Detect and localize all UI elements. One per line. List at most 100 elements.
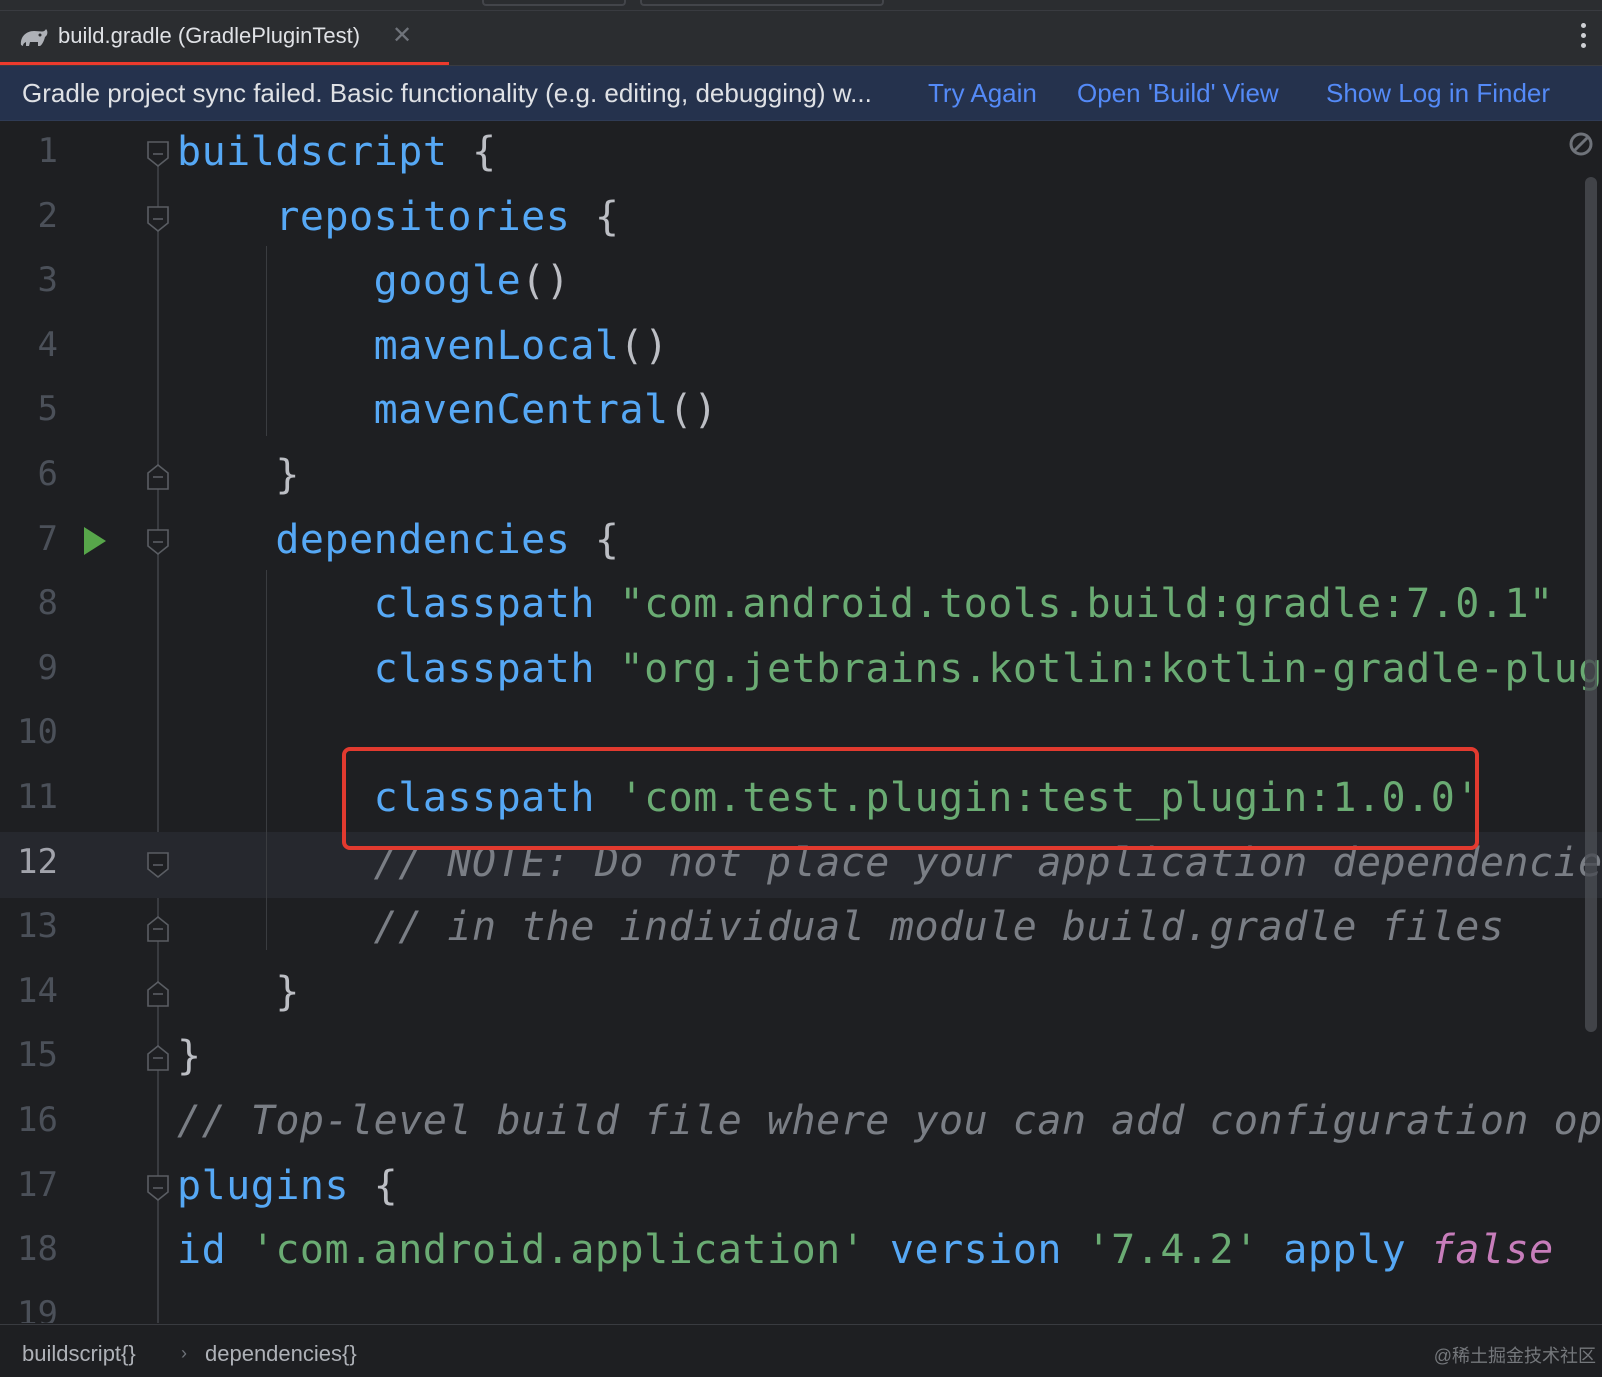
fold-collapse-icon[interactable] <box>146 203 170 235</box>
code-token: () <box>669 387 718 433</box>
close-icon[interactable]: ✕ <box>392 21 412 50</box>
code-token: } <box>177 1033 202 1079</box>
code-text[interactable]: mavenLocal() <box>177 323 669 369</box>
line-number: 3 <box>0 260 58 300</box>
code-line[interactable]: 3 google() <box>0 250 1602 316</box>
vertical-scrollbar[interactable] <box>1585 177 1597 1032</box>
code-token <box>1259 1227 1284 1273</box>
code-line[interactable]: 17plugins { <box>0 1155 1602 1221</box>
code-token: { <box>447 129 496 175</box>
code-token: 'com.android.application' <box>251 1227 866 1273</box>
code-text[interactable]: buildscript { <box>177 129 497 175</box>
code-token <box>1406 1227 1431 1273</box>
line-number: 7 <box>0 519 58 559</box>
code-line[interactable]: 1 buildscript { <box>0 121 1602 187</box>
code-token: classpath <box>374 581 595 627</box>
fold-collapse-icon[interactable] <box>146 849 170 881</box>
code-text[interactable]: id 'com.android.application' version '7.… <box>177 1227 1554 1273</box>
code-line[interactable]: 14 } <box>0 961 1602 1027</box>
code-text[interactable]: dependencies { <box>177 517 619 563</box>
code-text[interactable]: classpath "org.jetbrains.kotlin:kotlin-g… <box>177 646 1602 692</box>
code-text[interactable]: } <box>177 1033 202 1079</box>
code-text[interactable]: // in the individual module build.gradle… <box>177 904 1504 950</box>
code-token: } <box>177 969 300 1015</box>
code-line[interactable]: 16// Top-level build file where you can … <box>0 1090 1602 1156</box>
code-token: version <box>890 1227 1062 1273</box>
code-line[interactable]: 5 mavenCentral() <box>0 379 1602 445</box>
code-line[interactable]: 2 repositories { <box>0 186 1602 252</box>
code-token: dependencies <box>275 517 570 563</box>
fold-end-icon[interactable] <box>146 978 170 1010</box>
code-text[interactable]: mavenCentral() <box>177 387 718 433</box>
fold-collapse-icon[interactable] <box>146 138 170 170</box>
code-token: // Top-level build file where you can ad… <box>177 1098 1602 1144</box>
tab-label: build.gradle (GradlePluginTest) <box>58 23 360 49</box>
code-token <box>595 581 620 627</box>
code-token: classpath <box>374 646 595 692</box>
toolbar-segment[interactable] <box>640 0 884 6</box>
code-token: { <box>570 194 619 240</box>
code-token: { <box>570 517 619 563</box>
code-token: mavenLocal <box>374 323 620 369</box>
line-number: 15 <box>0 1035 58 1075</box>
gradle-elephant-icon <box>18 25 50 51</box>
code-token: repositories <box>275 194 570 240</box>
more-options-icon[interactable] <box>1580 23 1588 53</box>
code-token: mavenCentral <box>374 387 669 433</box>
fold-end-icon[interactable] <box>146 1042 170 1074</box>
try-again-link[interactable]: Try Again <box>928 78 1037 109</box>
code-line[interactable]: 18id 'com.android.application' version '… <box>0 1219 1602 1285</box>
code-token: "com.android.tools.build:gradle:7.0.1" <box>620 581 1554 627</box>
code-token <box>177 904 374 950</box>
indent-guide <box>266 570 267 950</box>
code-token: } <box>177 452 300 498</box>
code-line[interactable]: 13 // in the individual module build.gra… <box>0 896 1602 962</box>
code-text[interactable]: classpath "com.android.tools.build:gradl… <box>177 581 1554 627</box>
breadcrumb-item-dependencies[interactable]: dependencies{} <box>205 1341 357 1367</box>
code-line[interactable]: 8 classpath "com.android.tools.build:gra… <box>0 573 1602 639</box>
fold-collapse-icon[interactable] <box>146 526 170 558</box>
code-token: apply <box>1283 1227 1406 1273</box>
code-token <box>1062 1227 1087 1273</box>
highlight-annotation-box <box>342 747 1479 850</box>
line-number: 5 <box>0 389 58 429</box>
code-line[interactable]: 4 mavenLocal() <box>0 315 1602 381</box>
no-problems-icon[interactable] <box>1568 131 1594 157</box>
code-token: buildscript <box>177 129 447 175</box>
code-token: '7.4.2' <box>1087 1227 1259 1273</box>
code-text[interactable]: plugins { <box>177 1163 398 1209</box>
code-token: { <box>349 1163 398 1209</box>
sync-failed-banner: Gradle project sync failed. Basic functi… <box>0 66 1602 121</box>
code-line[interactable]: 6 } <box>0 444 1602 510</box>
code-token: () <box>619 323 668 369</box>
line-number: 2 <box>0 196 58 236</box>
show-log-in-finder-link[interactable]: Show Log in Finder <box>1326 78 1550 109</box>
code-token: plugins <box>177 1163 349 1209</box>
code-text[interactable]: } <box>177 969 300 1015</box>
watermark: @稀土掘金技术社区 <box>1434 1342 1596 1368</box>
breadcrumb-item-buildscript[interactable]: buildscript{} <box>22 1341 136 1367</box>
code-editor[interactable]: 1buildscript {2 repositories {3 google()… <box>0 121 1602 1323</box>
code-line[interactable]: 9 classpath "org.jetbrains.kotlin:kotlin… <box>0 638 1602 704</box>
code-text[interactable]: // Top-level build file where you can ad… <box>177 1098 1602 1144</box>
line-number: 8 <box>0 583 58 623</box>
code-text[interactable]: } <box>177 452 300 498</box>
code-line[interactable]: 15} <box>0 1025 1602 1091</box>
code-text[interactable]: google() <box>177 258 570 304</box>
fold-end-icon[interactable] <box>146 461 170 493</box>
code-line[interactable]: 7 dependencies { <box>0 509 1602 575</box>
line-number: 11 <box>0 777 58 817</box>
code-token <box>177 258 374 304</box>
run-icon[interactable] <box>82 525 108 557</box>
code-token: "org.jetbrains.kotlin:kotlin-gradle-plug… <box>620 646 1602 692</box>
editor-tab-build-gradle[interactable]: build.gradle (GradlePluginTest) ✕ <box>0 11 426 65</box>
code-line[interactable]: 19 <box>0 1284 1602 1323</box>
code-token <box>226 1227 251 1273</box>
breadcrumb-separator: › <box>181 1343 187 1364</box>
code-text[interactable]: repositories { <box>177 194 619 240</box>
toolbar-segment[interactable] <box>482 0 626 6</box>
fold-collapse-icon[interactable] <box>146 1172 170 1204</box>
fold-end-icon[interactable] <box>146 913 170 945</box>
open-build-view-link[interactable]: Open 'Build' View <box>1077 78 1279 109</box>
line-number: 1 <box>0 131 58 171</box>
